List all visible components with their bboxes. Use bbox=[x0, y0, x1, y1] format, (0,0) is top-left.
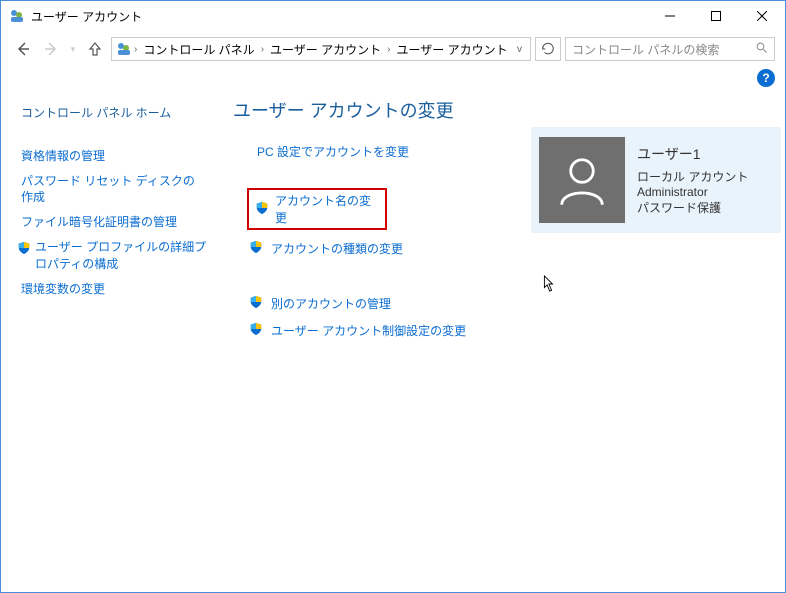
user-card: ユーザー1 ローカル アカウント Administrator パスワード保護 bbox=[531, 127, 781, 233]
user-role: Administrator bbox=[637, 185, 748, 199]
up-button[interactable] bbox=[83, 37, 107, 61]
user-accounts-icon bbox=[116, 41, 132, 57]
chevron-down-icon[interactable]: v bbox=[517, 44, 526, 55]
window-title: ユーザー アカウント bbox=[31, 8, 142, 25]
shield-icon bbox=[249, 295, 263, 312]
highlighted-option: アカウント名の変更 bbox=[247, 188, 387, 230]
chevron-right-icon: › bbox=[387, 44, 390, 55]
sidebar-item-credentials[interactable]: 資格情報の管理 bbox=[21, 148, 203, 165]
sidebar-home[interactable]: コントロール パネル ホーム bbox=[21, 105, 203, 122]
breadcrumb[interactable]: › コントロール パネル › ユーザー アカウント › ユーザー アカウント v bbox=[111, 37, 531, 61]
user-type: ローカル アカウント bbox=[637, 168, 748, 185]
sidebar-item-profile-props[interactable]: ユーザー プロファイルの詳細プロパティの構成 bbox=[35, 239, 207, 273]
back-button[interactable] bbox=[11, 37, 35, 61]
user-password-status: パスワード保護 bbox=[637, 199, 748, 216]
link-uac-settings[interactable]: ユーザー アカウント制御設定の変更 bbox=[271, 322, 466, 339]
search-input[interactable]: コントロール パネルの検索 bbox=[565, 37, 775, 61]
shield-icon bbox=[17, 241, 31, 260]
sidebar-item-password-reset[interactable]: パスワード リセット ディスクの作成 bbox=[21, 173, 203, 207]
link-manage-other[interactable]: 別のアカウントの管理 bbox=[271, 295, 391, 312]
breadcrumb-item[interactable]: コントロール パネル bbox=[139, 41, 258, 58]
search-icon bbox=[756, 42, 768, 57]
shield-icon bbox=[249, 240, 263, 257]
breadcrumb-item[interactable]: ユーザー アカウント bbox=[392, 41, 511, 58]
user-name: ユーザー1 bbox=[637, 144, 748, 164]
page-title: ユーザー アカウントの変更 bbox=[233, 97, 769, 123]
minimize-button[interactable] bbox=[647, 1, 693, 31]
refresh-button[interactable] bbox=[535, 37, 561, 61]
user-accounts-icon bbox=[9, 8, 25, 24]
breadcrumb-item[interactable]: ユーザー アカウント bbox=[266, 41, 385, 58]
sidebar-item-env-vars[interactable]: 環境変数の変更 bbox=[21, 281, 203, 298]
recent-dropdown[interactable]: ▾ bbox=[67, 37, 79, 61]
link-change-name[interactable]: アカウント名の変更 bbox=[275, 192, 379, 226]
link-pc-settings[interactable]: PC 設定でアカウントを変更 bbox=[257, 143, 409, 160]
chevron-right-icon: › bbox=[134, 44, 137, 55]
search-placeholder: コントロール パネルの検索 bbox=[572, 41, 756, 58]
help-button[interactable]: ? bbox=[757, 69, 775, 87]
link-change-type[interactable]: アカウントの種類の変更 bbox=[271, 240, 403, 257]
forward-button[interactable] bbox=[39, 37, 63, 61]
close-button[interactable] bbox=[739, 1, 785, 31]
maximize-button[interactable] bbox=[693, 1, 739, 31]
shield-icon bbox=[255, 201, 269, 218]
sidebar-item-file-encrypt[interactable]: ファイル暗号化証明書の管理 bbox=[21, 214, 203, 231]
avatar bbox=[539, 137, 625, 223]
shield-icon bbox=[249, 322, 263, 339]
chevron-right-icon: › bbox=[261, 44, 264, 55]
